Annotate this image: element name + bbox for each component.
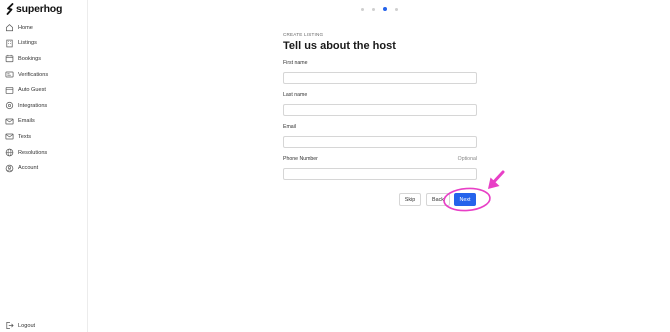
- phone-number-input[interactable]: [283, 168, 477, 180]
- first-name-label: First name: [283, 60, 308, 66]
- brand-name: superhog: [16, 3, 63, 15]
- page-title: Tell us about the host: [283, 40, 396, 52]
- host-form: CREATE LISTING Tell us about the host Fi…: [283, 32, 477, 180]
- step-dot: [395, 7, 398, 11]
- sidebar-item-label: Home: [18, 24, 33, 31]
- sidebar-item-texts[interactable]: Texts: [0, 129, 88, 145]
- sidebar-item-label: Texts: [18, 133, 32, 140]
- gear-icon: [5, 101, 14, 110]
- sidebar: superhog Home Listings Bookings Verifica…: [0, 0, 88, 332]
- sidebar-item-label: Listings: [18, 40, 37, 47]
- sidebar-item-verifications[interactable]: Verifications: [0, 67, 88, 83]
- logout-icon: [6, 321, 14, 330]
- sidebar-item-bookings[interactable]: Bookings: [0, 51, 88, 67]
- building-icon: [5, 39, 14, 48]
- last-name-input[interactable]: [283, 104, 477, 116]
- logo[interactable]: superhog: [6, 3, 62, 15]
- phone-number-label: Phone Number: [283, 156, 318, 162]
- logout-button[interactable]: Logout: [5, 321, 35, 330]
- sidebar-item-label: Bookings: [18, 55, 42, 62]
- message-icon: [5, 132, 14, 141]
- email-input[interactable]: [283, 136, 477, 148]
- skip-button[interactable]: Skip: [399, 193, 421, 206]
- first-name-field-group: First name: [283, 60, 477, 84]
- superhog-logo-icon: [6, 3, 14, 15]
- sidebar-item-resolutions[interactable]: Resolutions: [0, 145, 88, 161]
- sidebar-item-integrations[interactable]: Integrations: [0, 98, 88, 114]
- email-field-group: Email: [283, 124, 477, 148]
- step-dot: [361, 7, 364, 11]
- calendar-icon: [5, 54, 14, 63]
- optional-hint: Optional: [457, 156, 477, 162]
- last-name-field-group: Last name: [283, 92, 477, 116]
- sidebar-item-label: Resolutions: [18, 149, 48, 156]
- sidebar-item-home[interactable]: Home: [0, 20, 88, 36]
- form-eyebrow: CREATE LISTING: [283, 32, 324, 37]
- step-indicator: [361, 7, 398, 11]
- next-button[interactable]: Next: [454, 193, 476, 206]
- email-label: Email: [283, 124, 296, 130]
- sidebar-item-label: Account: [18, 165, 39, 172]
- auto-guest-icon: [5, 86, 14, 95]
- user-circle-icon: [5, 164, 14, 173]
- sidebar-item-auto-guest[interactable]: Auto Guest: [0, 82, 88, 98]
- arrow-icon: [488, 170, 505, 189]
- logout-label: Logout: [18, 322, 36, 329]
- last-name-label: Last name: [283, 92, 308, 98]
- id-card-icon: [5, 70, 14, 79]
- sidebar-item-account[interactable]: Account: [0, 160, 88, 176]
- sidebar-item-listings[interactable]: Listings: [0, 36, 88, 52]
- sidebar-nav: Home Listings Bookings Verifications Aut…: [0, 20, 88, 176]
- home-icon: [5, 23, 14, 32]
- sidebar-item-label: Auto Guest: [18, 87, 46, 94]
- sidebar-item-label: Integrations: [18, 102, 48, 109]
- sidebar-item-label: Emails: [18, 118, 35, 125]
- phone-number-field-group: Phone Number Optional: [283, 156, 477, 180]
- globe-icon: [5, 148, 14, 157]
- sidebar-item-emails[interactable]: Emails: [0, 114, 88, 130]
- envelope-icon: [5, 117, 14, 126]
- back-button[interactable]: Back: [426, 193, 450, 206]
- sidebar-item-label: Verifications: [18, 71, 49, 78]
- step-dot-active: [383, 7, 387, 11]
- first-name-input[interactable]: [283, 72, 477, 84]
- step-dot: [372, 7, 375, 11]
